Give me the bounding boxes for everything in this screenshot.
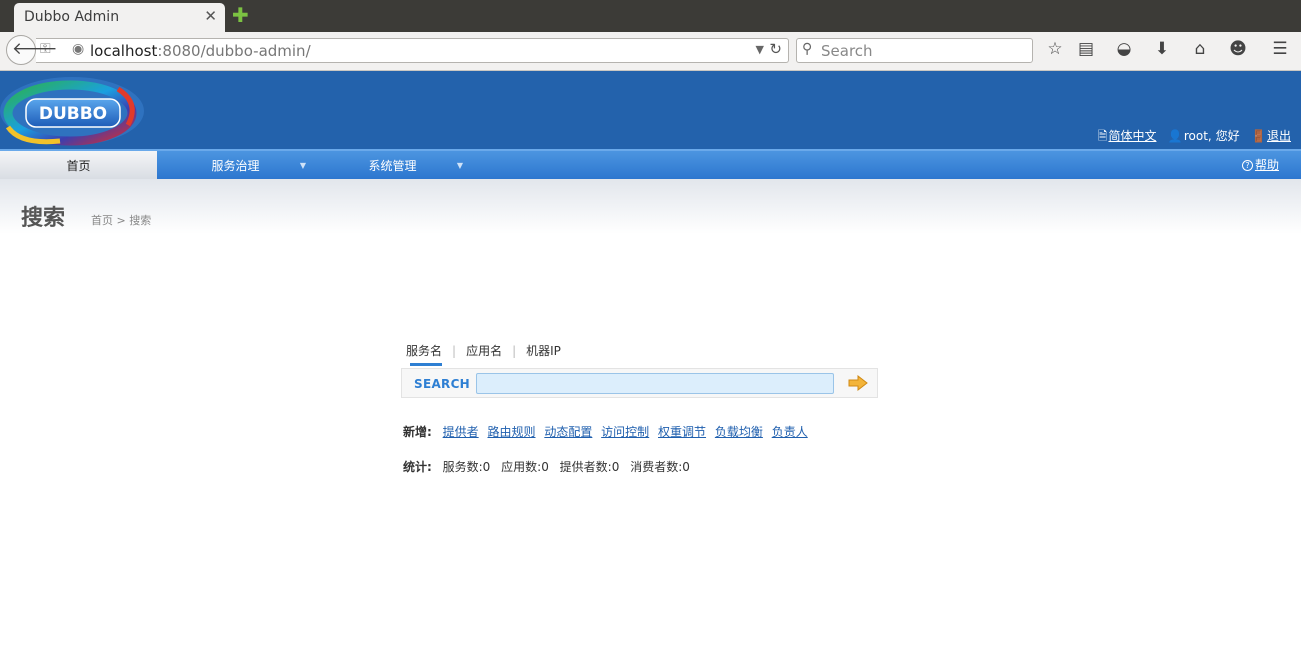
statistics-row: 统计: 服务数:0 应用数:0 提供者数:0 消费者数:0 (403, 458, 697, 475)
stat-application-count: 应用数:0 (501, 460, 549, 474)
help-link[interactable]: 帮助 (1255, 158, 1279, 172)
search-placeholder: Search (821, 42, 873, 60)
app-header: DUBBO 🗎简体中文 👤root, 您好 🚪退出 (0, 71, 1301, 149)
dubbo-logo[interactable]: DUBBO (0, 75, 148, 147)
back-button[interactable]: 🡐 (6, 35, 58, 65)
browser-tab[interactable]: Dubbo Admin ✕ (14, 3, 225, 32)
menu-item-service-governance[interactable]: 服务治理 ▼ (157, 151, 314, 179)
breadcrumb: 首页 > 搜索 (91, 214, 152, 227)
add-dynamic-config-link[interactable]: 动态配置 (544, 425, 592, 439)
add-access-control-link[interactable]: 访问控制 (601, 425, 649, 439)
user-greeting: root, 您好 (1183, 129, 1240, 143)
add-route-link[interactable]: 路由规则 (487, 425, 535, 439)
download-icon[interactable]: ⬇ (1150, 39, 1174, 59)
add-label: 新增: (403, 425, 432, 439)
caret-down-icon: ▼ (456, 161, 463, 170)
menu-item-system-management[interactable]: 系统管理 ▼ (314, 151, 471, 179)
search-label: SEARCH (414, 377, 471, 391)
page-title: 搜索 (21, 206, 66, 231)
page-title-bar: 搜索 首页 > 搜索 (0, 179, 1301, 234)
svg-text:DUBBO: DUBBO (39, 104, 107, 124)
pocket-icon[interactable]: ◒ (1112, 39, 1136, 59)
menu-item-label: 系统管理 (368, 159, 417, 173)
add-owner-link[interactable]: 负责人 (772, 425, 808, 439)
logout-link[interactable]: 退出 (1267, 129, 1291, 143)
add-weight-link[interactable]: 权重调节 (658, 425, 706, 439)
header-links: 🗎简体中文 👤root, 您好 🚪退出 (1098, 127, 1291, 148)
search-box: SEARCH (401, 368, 878, 398)
url-text[interactable]: localhost:8080/dubbo-admin/ (90, 42, 311, 60)
tab-separator: | (452, 344, 457, 358)
stat-consumer-count: 消费者数:0 (630, 460, 690, 474)
user-icon: 👤 (1167, 129, 1183, 143)
back-arrow-icon: 🡐 (12, 39, 58, 59)
url-bar[interactable]: ⚿ ◉ localhost:8080/dubbo-admin/ ▼ ↻ (36, 38, 789, 63)
tab-service-name[interactable]: 服务名 (406, 342, 443, 366)
url-history-dropdown-icon[interactable]: ▼ (756, 43, 764, 56)
search-input[interactable] (476, 373, 834, 394)
search-icon: ⚲ (802, 41, 813, 57)
document-icon: 🗎 (1097, 129, 1108, 143)
tab-separator: | (512, 344, 517, 358)
reading-list-icon[interactable]: ▤ (1074, 39, 1098, 59)
hello-icon[interactable]: ☻ (1226, 39, 1250, 59)
browser-search-field[interactable]: ⚲ Search (796, 38, 1033, 63)
browser-tab-strip: Dubbo Admin ✕ ✚ (0, 0, 1301, 32)
add-provider-link[interactable]: 提供者 (443, 425, 479, 439)
help-menu: ? 帮助 (1241, 151, 1279, 179)
home-icon[interactable]: ⌂ (1188, 39, 1212, 59)
search-type-tabs: 服务名 | 应用名 | 机器IP (406, 342, 561, 366)
add-load-balance-link[interactable]: 负载均衡 (715, 425, 763, 439)
browser-navigation-bar: ⚿ ◉ localhost:8080/dubbo-admin/ ▼ ↻ 🡐 ⚲ … (0, 32, 1301, 71)
main-menu: 首页 服务治理 ▼ 系统管理 ▼ ? 帮助 (0, 149, 1301, 179)
close-tab-icon[interactable]: ✕ (204, 7, 217, 25)
add-links-row: 新增: 提供者 路由规则 动态配置 访问控制 权重调节 负载均衡 负责人 (403, 423, 813, 440)
help-icon: ? (1241, 160, 1253, 171)
menu-item-label: 服务治理 (211, 159, 260, 173)
menu-item-home[interactable]: 首页 (0, 151, 157, 179)
bookmark-star-icon[interactable]: ☆ (1043, 39, 1067, 59)
logout-icon: 🚪 (1251, 129, 1266, 143)
stat-service-count: 服务数:0 (442, 460, 491, 474)
tab-machine-ip[interactable]: 机器IP (526, 342, 561, 359)
globe-icon: ◉ (72, 41, 85, 57)
tab-application-name[interactable]: 应用名 (466, 342, 502, 359)
language-link[interactable]: 简体中文 (1108, 129, 1156, 143)
search-go-arrow-icon[interactable] (848, 375, 868, 391)
caret-down-icon: ▼ (299, 161, 306, 170)
reload-icon[interactable]: ↻ (769, 40, 782, 58)
tab-title: Dubbo Admin (24, 9, 120, 25)
new-tab-icon[interactable]: ✚ (232, 4, 249, 26)
statistics-label: 统计: (403, 460, 432, 474)
menu-icon[interactable]: ☰ (1268, 39, 1292, 59)
stat-provider-count: 提供者数:0 (559, 460, 620, 474)
